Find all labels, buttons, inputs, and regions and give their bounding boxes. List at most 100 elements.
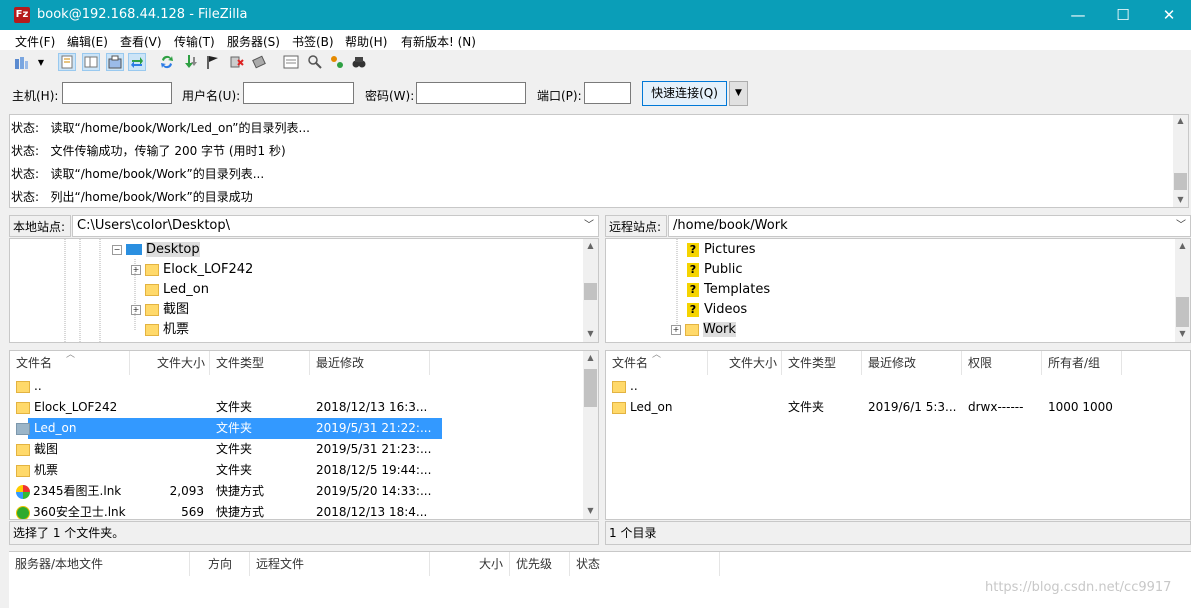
collapse-icon[interactable]: − [112,244,122,255]
file-type: 快捷方式 [216,484,265,498]
menu-help[interactable]: 帮助(H) [345,33,387,50]
tree-item-elock[interactable]: + Elock_LOF242 [131,260,253,280]
maximize-button[interactable]: ☐ [1100,0,1146,30]
file-row-parent[interactable]: .. [606,376,1190,397]
search-files-icon[interactable] [350,53,368,71]
tree-item-work[interactable]: + Work [671,320,736,340]
reconnect-icon[interactable] [250,53,268,71]
scroll-down-icon[interactable]: ▼ [583,329,598,338]
scrollbar-thumb[interactable] [584,283,597,300]
menu-new-version[interactable]: 有新版本! (N) [401,33,476,50]
disconnect-icon[interactable] [228,53,246,71]
password-input[interactable] [416,82,526,104]
directory-comparison-icon[interactable] [306,53,324,71]
file-name: 截图 [34,442,59,456]
scroll-up-icon[interactable]: ▲ [583,353,598,362]
quickconnect-button[interactable]: 快速连接(Q) [642,81,727,106]
tree-item-tickets[interactable]: 机票 [145,320,189,340]
scroll-up-icon[interactable]: ▲ [1173,116,1188,125]
file-row[interactable]: 360安全卫士.lnk 569 快捷方式 2018/12/13 18:4... [10,502,585,519]
scrollbar-thumb[interactable] [584,369,597,407]
menu-edit[interactable]: 编辑(E) [67,33,108,50]
expand-icon[interactable]: + [131,304,141,315]
chevron-down-icon[interactable]: ﹀ [584,216,594,236]
column-header-type[interactable]: 文件类型 [782,351,862,375]
scrollbar-thumb[interactable] [1176,297,1189,327]
file-row-selected[interactable]: Led_on 文件夹 2019/5/31 21:22:... [10,418,585,439]
tree-item-led-on[interactable]: Led_on [145,280,209,300]
toggle-remote-tree-icon[interactable] [106,53,124,71]
menu-transfer[interactable]: 传输(T) [174,33,215,50]
queue-header-size[interactable]: 大小 [430,552,510,576]
username-input[interactable] [243,82,354,104]
menu-view[interactable]: 查看(V) [120,33,162,50]
local-path-input[interactable]: C:\Users\color\Desktop\ ﹀ [72,215,599,237]
queue-header-local-file[interactable]: 服务器/本地文件 [9,552,190,576]
host-input[interactable] [62,82,172,104]
column-header-modified[interactable]: 最近修改 [862,351,962,375]
toggle-queue-icon[interactable] [128,53,146,71]
scrollbar-thumb[interactable] [1174,173,1187,190]
queue-header-remote-file[interactable]: 远程文件 [250,552,430,576]
chevron-down-icon[interactable]: ﹀ [1176,216,1186,236]
queue-header-status[interactable]: 状态 [570,552,720,576]
expand-icon[interactable]: + [671,324,681,335]
scroll-down-icon[interactable]: ▼ [1173,195,1188,204]
column-header-modified[interactable]: 最近修改 [310,351,430,375]
column-header-size[interactable]: 文件大小 [130,351,210,375]
scroll-up-icon[interactable]: ▲ [1175,241,1190,250]
header-label: 文件名 [16,356,53,370]
local-tree-scrollbar[interactable]: ▲ ▼ [583,239,598,342]
file-size: 569 [181,505,204,519]
process-queue-icon[interactable] [182,53,200,71]
remote-path-input[interactable]: /home/book/Work ﹀ [668,215,1191,237]
file-row[interactable]: 2345看图王.lnk 2,093 快捷方式 2019/5/20 14:33:.… [10,481,585,502]
file-row[interactable]: 截图 文件夹 2019/5/31 21:23:... [10,439,585,460]
chevron-down-icon[interactable]: ▼ [32,53,50,71]
site-manager-icon[interactable] [12,53,30,71]
queue-header-priority[interactable]: 优先级 [510,552,570,576]
remote-file-list: 文件名 ︿ 文件大小 文件类型 最近修改 权限 所有者/组 .. Led_on 文… [605,350,1191,520]
menu-bookmarks[interactable]: 书签(B) [292,33,334,50]
menu-file[interactable]: 文件(F) [15,33,55,50]
tree-item-pictures[interactable]: ? Pictures [687,240,755,260]
directory-listing-filters-icon[interactable] [282,53,300,71]
toggle-local-tree-icon[interactable] [82,53,100,71]
column-header-name[interactable]: 文件名 ︿ [606,351,708,375]
file-row-parent[interactable]: .. [10,376,585,397]
quickconnect-dropdown-button[interactable]: ▼ [729,81,748,106]
tree-item-templates[interactable]: ? Templates [687,280,770,300]
synchronized-browsing-icon[interactable] [328,53,346,71]
scroll-down-icon[interactable]: ▼ [583,506,598,515]
scroll-down-icon[interactable]: ▼ [1175,329,1190,338]
toggle-log-icon[interactable] [58,53,76,71]
refresh-icon[interactable] [158,53,176,71]
close-button[interactable]: ✕ [1146,0,1191,30]
file-row[interactable]: Led_on 文件夹 2019/6/1 5:3... drwx------ 10… [606,397,1190,418]
file-row[interactable]: 机票 文件夹 2018/12/5 19:44:... [10,460,585,481]
menu-server[interactable]: 服务器(S) [227,33,280,50]
remote-site-bar: 远程站点: /home/book/Work ﹀ [605,215,1191,237]
tree-item-desktop[interactable]: − Desktop [112,240,200,260]
tree-item-public[interactable]: ? Public [687,260,742,280]
file-modified: 2019/5/31 21:22:... [316,421,432,435]
log-scrollbar[interactable]: ▲ ▼ [1173,115,1188,207]
minimize-button[interactable]: — [1055,0,1101,30]
folder-icon [16,401,30,414]
cancel-operation-icon[interactable] [204,53,222,71]
remote-tree-scrollbar[interactable]: ▲ ▼ [1175,239,1190,342]
tree-item-videos[interactable]: ? Videos [687,300,747,320]
queue-header-direction[interactable]: 方向 [190,552,250,576]
unknown-folder-icon: ? [687,282,699,297]
column-header-permissions[interactable]: 权限 [962,351,1042,375]
tree-item-screenshots[interactable]: + 截图 [131,300,189,320]
local-list-scrollbar[interactable]: ▲ ▼ [583,351,598,519]
file-row[interactable]: Elock_LOF242 文件夹 2018/12/13 16:3... [10,397,585,418]
column-header-name[interactable]: 文件名 ︿ [10,351,130,375]
scroll-up-icon[interactable]: ▲ [583,241,598,250]
column-header-type[interactable]: 文件类型 [210,351,310,375]
column-header-size[interactable]: 文件大小 [708,351,782,375]
column-header-owner[interactable]: 所有者/组 [1042,351,1122,375]
port-input[interactable] [584,82,631,104]
expand-icon[interactable]: + [131,264,141,275]
